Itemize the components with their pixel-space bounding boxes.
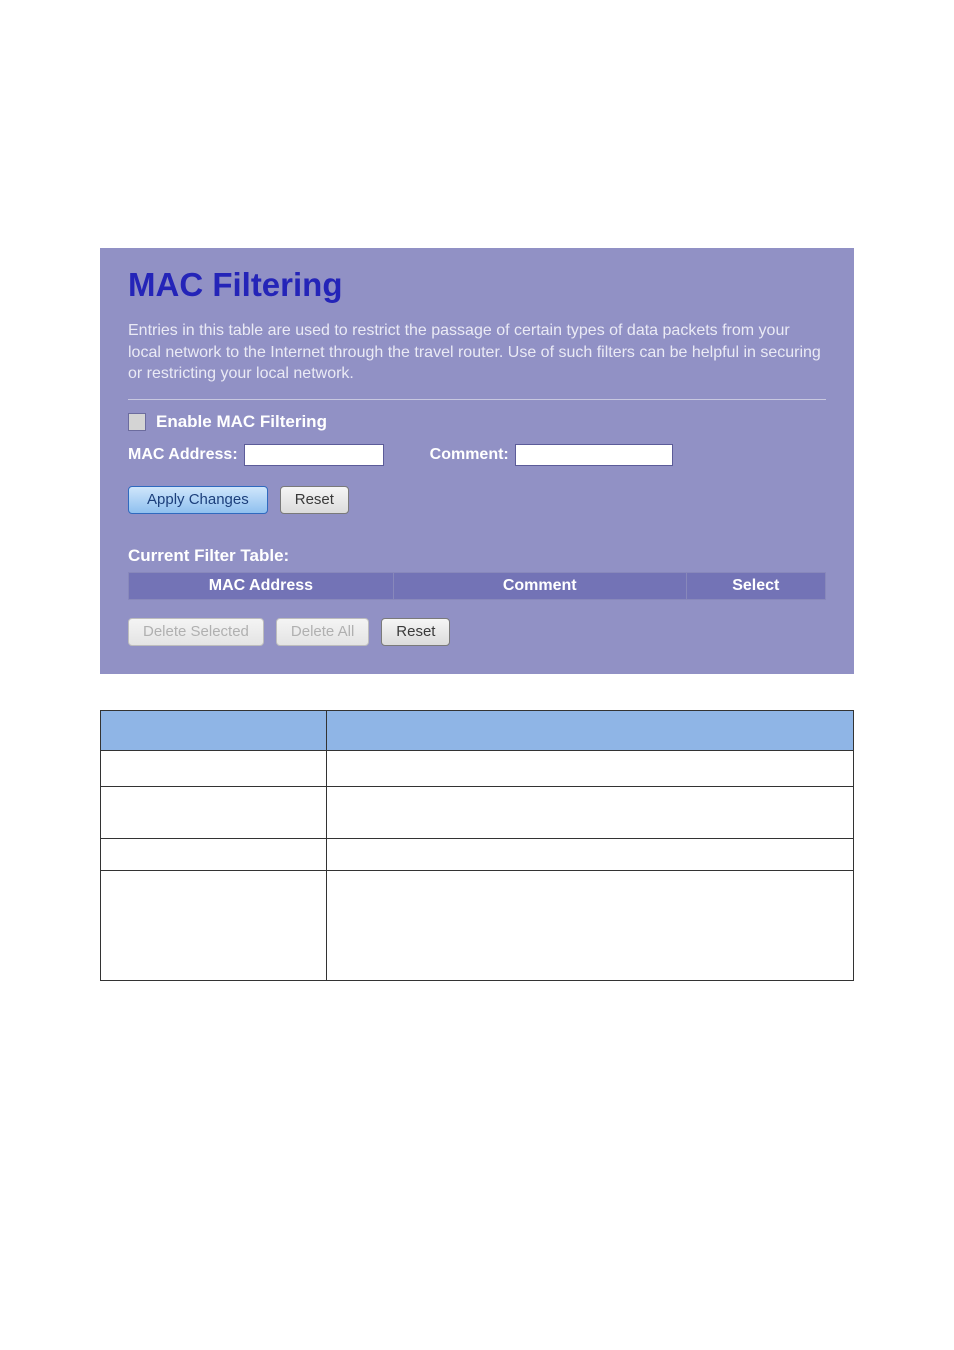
enable-mac-filtering-label: Enable MAC Filtering (156, 412, 327, 432)
mac-address-input[interactable] (244, 444, 384, 466)
page-title: MAC Filtering (128, 266, 826, 304)
param-cell (101, 838, 327, 870)
param-table-header-param (101, 710, 327, 750)
delete-selected-button[interactable]: Delete Selected (128, 618, 264, 646)
filter-table-header-mac: MAC Address (129, 572, 394, 599)
reset-table-button[interactable]: Reset (381, 618, 450, 646)
page-description: Entries in this table are used to restri… (128, 320, 826, 385)
desc-cell (326, 786, 853, 838)
comment-label: Comment: (430, 446, 509, 464)
mac-address-label: MAC Address: (128, 446, 238, 464)
desc-cell (326, 838, 853, 870)
param-cell (101, 750, 327, 786)
enable-mac-filtering-checkbox[interactable] (128, 413, 146, 431)
filter-table-header-comment: Comment (393, 572, 686, 599)
divider (128, 399, 826, 400)
mac-filtering-panel: MAC Filtering Entries in this table are … (100, 248, 854, 674)
param-table-header-desc (326, 710, 853, 750)
comment-input[interactable] (515, 444, 673, 466)
param-cell (101, 786, 327, 838)
delete-all-button[interactable]: Delete All (276, 618, 369, 646)
filter-table-header-select: Select (686, 572, 825, 599)
desc-cell (326, 870, 853, 980)
reset-button[interactable]: Reset (280, 486, 349, 514)
apply-changes-button[interactable]: Apply Changes (128, 486, 268, 514)
desc-cell (326, 750, 853, 786)
param-cell (101, 870, 327, 980)
parameter-description-table (100, 710, 854, 981)
filter-table-header-row: MAC Address Comment Select (129, 572, 826, 599)
current-filter-table-label: Current Filter Table: (128, 546, 826, 566)
filter-table: MAC Address Comment Select (128, 572, 826, 600)
